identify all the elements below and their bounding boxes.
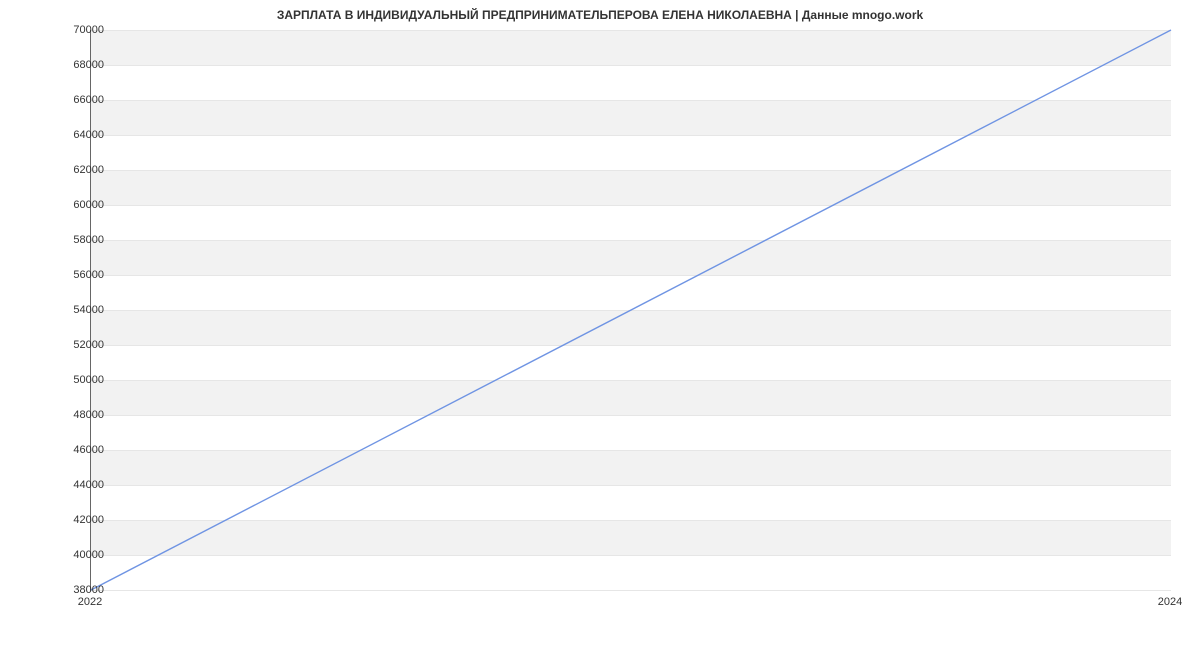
y-tick-label: 52000 <box>44 339 104 351</box>
y-tick-label: 46000 <box>44 444 104 456</box>
y-tick-label: 68000 <box>44 59 104 71</box>
series-line <box>91 30 1171 590</box>
y-tick-label: 48000 <box>44 409 104 421</box>
plot-area <box>90 30 1171 591</box>
y-tick-label: 56000 <box>44 269 104 281</box>
chart-title: ЗАРПЛАТА В ИНДИВИДУАЛЬНЫЙ ПРЕДПРИНИМАТЕЛ… <box>0 8 1200 22</box>
y-tick-label: 64000 <box>44 129 104 141</box>
y-tick-label: 50000 <box>44 374 104 386</box>
y-tick-label: 70000 <box>44 24 104 36</box>
line-layer <box>91 30 1171 590</box>
x-tick-label: 2024 <box>1158 596 1182 608</box>
salary-line-chart: ЗАРПЛАТА В ИНДИВИДУАЛЬНЫЙ ПРЕДПРИНИМАТЕЛ… <box>0 0 1200 650</box>
y-tick-label: 40000 <box>44 549 104 561</box>
y-tick-label: 60000 <box>44 199 104 211</box>
y-tick-label: 66000 <box>44 94 104 106</box>
y-tick-label: 62000 <box>44 164 104 176</box>
y-tick-label: 44000 <box>44 479 104 491</box>
y-tick-label: 42000 <box>44 514 104 526</box>
y-gridline <box>91 590 1171 591</box>
y-tick-label: 38000 <box>44 584 104 596</box>
x-tick-label: 2022 <box>78 596 102 608</box>
y-tick-label: 58000 <box>44 234 104 246</box>
y-tick-label: 54000 <box>44 304 104 316</box>
